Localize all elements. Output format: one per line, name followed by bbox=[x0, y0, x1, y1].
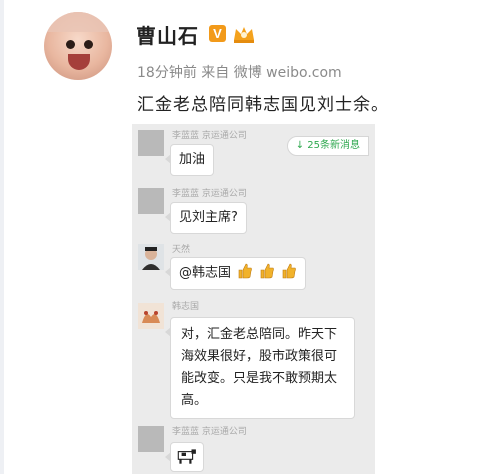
avatar-eye bbox=[66, 40, 75, 49]
weibo-post: 曹山石 V 18分钟前 来自 微博 weibo.com 汇金老总陪同韩志国见刘士… bbox=[0, 0, 483, 474]
message-bubble: @韩志国 bbox=[164, 257, 307, 290]
message-bubble: 加油 bbox=[164, 144, 215, 176]
chat-screenshot: ↓ 25条新消息 李蓝蓝 京运通公司 加油 李蓝蓝 京运通公司 见刘主席? 天然… bbox=[132, 124, 375, 474]
post-text: 汇金老总陪同韩志国见刘士余。 bbox=[137, 95, 389, 115]
vip-crown-icon[interactable] bbox=[232, 24, 256, 44]
thumbs-up-icon bbox=[283, 263, 297, 279]
sender-avatar bbox=[138, 303, 164, 329]
chat-message: 李蓝蓝 京运通公司 加油 bbox=[132, 124, 375, 179]
chat-message: 李蓝蓝 京运通公司 见刘主席? bbox=[132, 182, 375, 237]
chat-message: 天然 @韩志国 bbox=[132, 242, 375, 297]
thumbs-up-icon bbox=[260, 263, 275, 279]
sender-avatar bbox=[138, 188, 164, 214]
cow-sticker-icon bbox=[177, 449, 196, 464]
post-meta: 18分钟前 来自 微博 weibo.com bbox=[137, 65, 342, 81]
thumbs-up-emojis bbox=[235, 262, 297, 284]
author-avatar[interactable] bbox=[44, 12, 112, 80]
chat-message: 韩志国 对，汇金老总陪同。昨天下海效果很好，股市政策很可能改变。只是我不敢预期太… bbox=[132, 299, 375, 419]
avatar-hair bbox=[44, 12, 112, 32]
message-bubble bbox=[165, 442, 204, 472]
sender-name: 李蓝蓝 京运通公司 bbox=[172, 189, 247, 199]
author-name[interactable]: 曹山石 bbox=[136, 20, 199, 49]
verified-icon[interactable]: V bbox=[209, 25, 226, 42]
message-bubble: 见刘主席? bbox=[165, 202, 247, 234]
message-bubble: 对，汇金老总陪同。昨天下海效果很好，股市政策很可能改变。只是我不敢预期太高。 bbox=[165, 317, 355, 419]
avatar-eye bbox=[84, 40, 93, 49]
sender-avatar bbox=[138, 130, 164, 156]
avatar-mouth bbox=[68, 54, 90, 70]
sender-name: 李蓝蓝 京运通公司 bbox=[172, 427, 247, 437]
sender-name: 韩志国 bbox=[172, 302, 200, 312]
sender-avatar bbox=[138, 244, 164, 270]
thumbs-up-icon bbox=[238, 263, 252, 279]
sender-name: 李蓝蓝 京运通公司 bbox=[172, 131, 247, 141]
chat-message: 李蓝蓝 京运通公司 bbox=[132, 420, 375, 474]
sender-name: 天然 bbox=[172, 245, 191, 255]
message-text: @韩志国 bbox=[179, 265, 232, 281]
sender-avatar bbox=[138, 426, 164, 452]
